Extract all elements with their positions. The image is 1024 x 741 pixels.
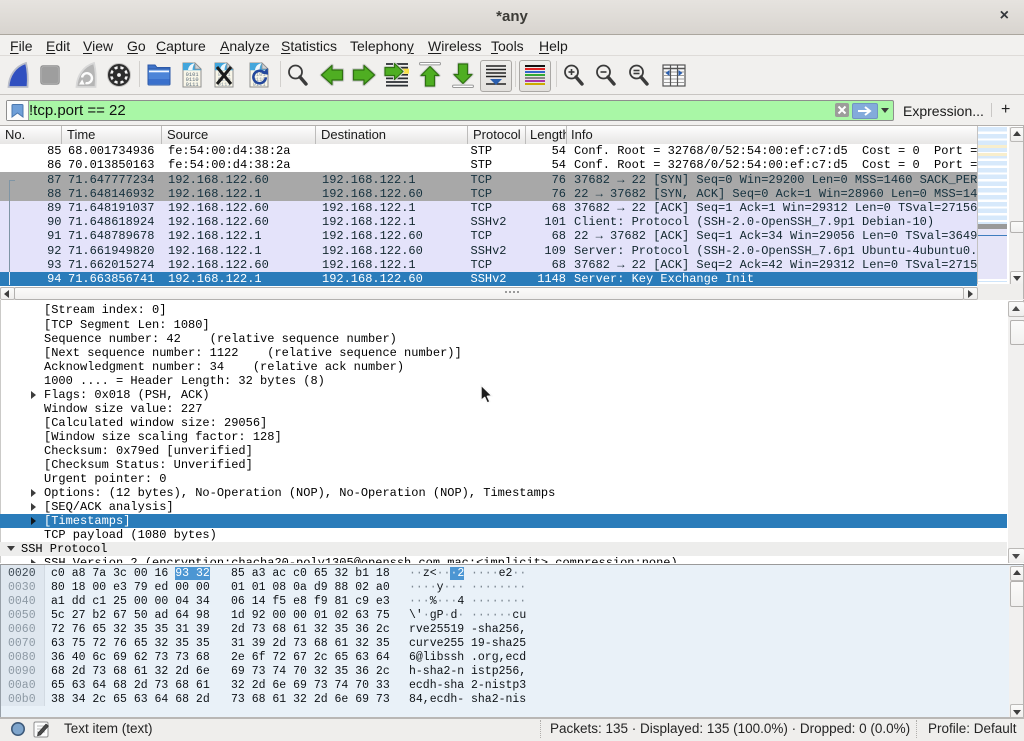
svg-text:0111: 0111 (186, 82, 199, 88)
